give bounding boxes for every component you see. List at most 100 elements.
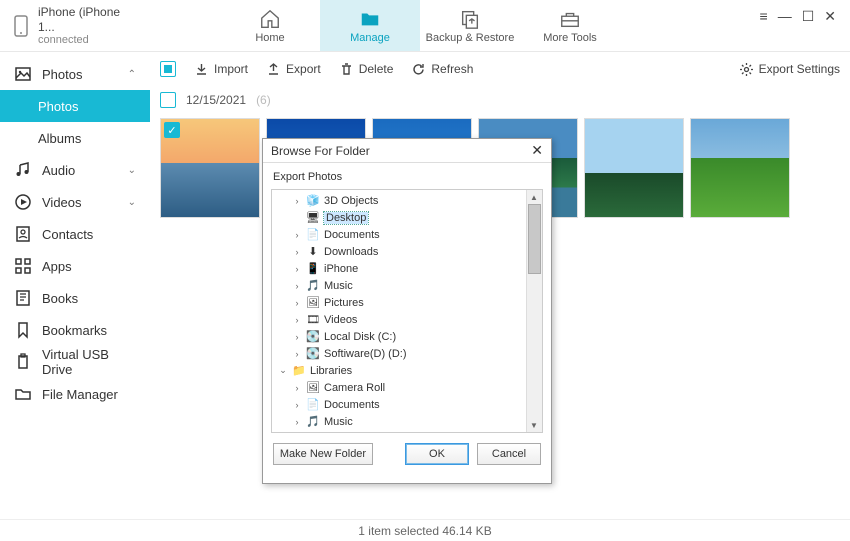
nav-home-label: Home [255, 32, 284, 44]
device-info[interactable]: iPhone (iPhone 1... connected [0, 5, 150, 46]
tree-item-label: Downloads [324, 246, 378, 258]
tree-twisty-icon[interactable]: › [292, 298, 302, 308]
maximize-icon[interactable]: ☐ [802, 8, 815, 25]
photo-thumb[interactable] [584, 118, 684, 218]
tree-item-label: Music [324, 280, 353, 292]
thumb-checkbox[interactable]: ✓ [164, 122, 180, 138]
ok-button[interactable]: OK [405, 443, 469, 465]
nav-home[interactable]: Home [220, 0, 320, 51]
backup-icon [459, 8, 481, 30]
sidebar-videos-label: Videos [42, 195, 82, 210]
folder-type-icon: 🧊 [306, 194, 320, 208]
tree-twisty-icon[interactable]: › [292, 247, 302, 257]
device-name: iPhone (iPhone 1... [38, 5, 138, 34]
browse-folder-dialog: Browse For Folder ✕ Export Photos ›🧊3D O… [262, 138, 552, 484]
tree-item[interactable]: ›📄Documents [272, 396, 542, 413]
tree-twisty-icon[interactable]: › [292, 400, 302, 410]
folder-type-icon: ⬇ [306, 245, 320, 259]
window-controls: ≡ — ☐ ✕ [760, 8, 850, 41]
cancel-button[interactable]: Cancel [477, 443, 541, 465]
select-all-checkbox[interactable] [160, 61, 176, 77]
tree-item[interactable]: ›🖼Pictures [272, 430, 542, 433]
sidebar-apps-label: Apps [42, 259, 72, 274]
tree-item[interactable]: ›🧊3D Objects [272, 192, 542, 209]
folder-type-icon: 📁 [292, 364, 306, 378]
sidebar-audio[interactable]: Audio ⌄ [0, 154, 150, 186]
ok-label: OK [429, 448, 445, 460]
tree-item-label: Desktop [324, 212, 368, 224]
sidebar-photos-label: Photos [42, 67, 82, 82]
tree-item[interactable]: ›🎵Music [272, 413, 542, 430]
import-button[interactable]: Import [194, 62, 248, 77]
group-checkbox[interactable] [160, 92, 176, 108]
sidebar-photos-sub[interactable]: Photos [0, 90, 150, 122]
folder-tree[interactable]: ›🧊3D Objects🖥Desktop›📄Documents›⬇Downloa… [271, 189, 543, 433]
folder-type-icon: 📄 [306, 228, 320, 242]
tree-item[interactable]: ›🖼Pictures [272, 294, 542, 311]
tree-twisty-icon[interactable]: › [292, 196, 302, 206]
export-button[interactable]: Export [266, 62, 321, 77]
tree-item[interactable]: › 🎵 Music [272, 277, 542, 294]
image-icon [14, 65, 32, 83]
tree-twisty-icon[interactable]: › [292, 383, 302, 393]
tree-item[interactable]: ›💽Local Disk (C:) [272, 328, 542, 345]
tree-item[interactable]: ›🖼Camera Roll [272, 379, 542, 396]
tree-twisty-icon[interactable]: › [292, 349, 302, 359]
tree-item[interactable]: › ⬇ Downloads [272, 243, 542, 260]
sidebar-books[interactable]: Books [0, 282, 150, 314]
tree-twisty-icon[interactable]: › [292, 230, 302, 240]
export-icon [266, 62, 281, 77]
apps-icon [14, 257, 32, 275]
sidebar-videos[interactable]: Videos ⌄ [0, 186, 150, 218]
tree-item[interactable]: ⌄ 📁 Libraries [272, 362, 542, 379]
chevron-down-icon: ⌄ [128, 197, 136, 208]
sidebar-albums[interactable]: Albums [0, 122, 150, 154]
sidebar-apps[interactable]: Apps [0, 250, 150, 282]
scrollbar-thumb[interactable] [528, 204, 541, 274]
menu-icon[interactable]: ≡ [760, 8, 768, 25]
tree-item[interactable]: ›💽Softiware(D) (D:) [272, 345, 542, 362]
toolbox-icon [559, 8, 581, 30]
delete-button[interactable]: Delete [339, 62, 394, 77]
sidebar-bookmarks[interactable]: Bookmarks [0, 314, 150, 346]
tree-item-label: Libraries [310, 365, 352, 377]
sidebar-photos[interactable]: Photos ⌃ [0, 58, 150, 90]
tree-twisty-icon[interactable]: › [292, 315, 302, 325]
minimize-icon[interactable]: — [778, 8, 792, 25]
date-group-header: 12/15/2021 (6) [150, 86, 850, 114]
delete-label: Delete [359, 62, 394, 76]
tree-item[interactable]: › 📄 Documents [272, 226, 542, 243]
scrollbar[interactable]: ▲ ▼ [526, 190, 542, 432]
tree-item[interactable]: ›🎞Videos [272, 311, 542, 328]
nav-tools[interactable]: More Tools [520, 0, 620, 51]
make-new-folder-button[interactable]: Make New Folder [273, 443, 373, 465]
play-icon [14, 193, 32, 211]
tree-item[interactable]: ›📱iPhone [272, 260, 542, 277]
sidebar-vusb[interactable]: Virtual USB Drive [0, 346, 150, 378]
sidebar-fileman[interactable]: File Manager [0, 378, 150, 410]
scroll-down-icon[interactable]: ▼ [526, 418, 542, 432]
tree-twisty-icon[interactable]: › [292, 264, 302, 274]
trash-icon [339, 62, 354, 77]
nav-backup[interactable]: Backup & Restore [420, 0, 520, 51]
sidebar-contacts[interactable]: Contacts [0, 218, 150, 250]
tree-item-label: Documents [324, 399, 380, 411]
scroll-up-icon[interactable]: ▲ [526, 190, 542, 204]
export-settings-button[interactable]: Export Settings [739, 62, 840, 77]
refresh-button[interactable]: Refresh [411, 62, 473, 77]
tree-twisty-icon[interactable]: › [292, 281, 302, 291]
folder-type-icon: 🎵 [306, 279, 320, 293]
photo-thumb[interactable] [690, 118, 790, 218]
nav-manage[interactable]: Manage [320, 0, 420, 51]
tree-twisty-icon[interactable]: ⌄ [278, 365, 288, 376]
chevron-up-icon: ⌃ [128, 69, 136, 80]
tree-item-label: Documents [324, 229, 380, 241]
dialog-close-icon[interactable]: ✕ [531, 142, 543, 159]
photo-thumb[interactable]: ✓ [160, 118, 260, 218]
refresh-label: Refresh [431, 62, 473, 76]
tree-twisty-icon[interactable]: › [292, 332, 302, 342]
tree-item[interactable]: 🖥Desktop [272, 209, 542, 226]
usb-icon [14, 353, 32, 371]
close-icon[interactable]: ✕ [824, 8, 836, 25]
tree-twisty-icon[interactable]: › [292, 417, 302, 427]
